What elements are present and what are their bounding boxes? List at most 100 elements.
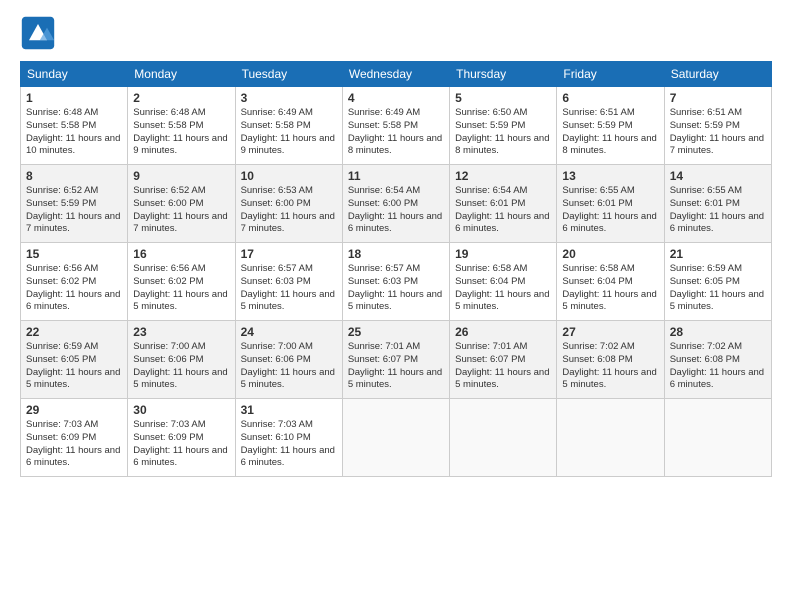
day-number: 8 [26, 169, 122, 183]
weekday-header-row: SundayMondayTuesdayWednesdayThursdayFrid… [21, 62, 772, 87]
calendar-cell: 29 Sunrise: 7:03 AM Sunset: 6:09 PM Dayl… [21, 399, 128, 477]
day-info: Sunrise: 7:03 AM Sunset: 6:09 PM Dayligh… [26, 419, 122, 470]
day-info: Sunrise: 7:03 AM Sunset: 6:09 PM Dayligh… [133, 419, 229, 470]
calendar-cell: 1 Sunrise: 6:48 AM Sunset: 5:58 PM Dayli… [21, 87, 128, 165]
calendar-cell: 12 Sunrise: 6:54 AM Sunset: 6:01 PM Dayl… [450, 165, 557, 243]
day-info: Sunrise: 6:49 AM Sunset: 5:58 PM Dayligh… [241, 107, 337, 158]
calendar-week-5: 29 Sunrise: 7:03 AM Sunset: 6:09 PM Dayl… [21, 399, 772, 477]
calendar-week-3: 15 Sunrise: 6:56 AM Sunset: 6:02 PM Dayl… [21, 243, 772, 321]
day-info: Sunrise: 6:54 AM Sunset: 6:00 PM Dayligh… [348, 185, 444, 236]
weekday-header-tuesday: Tuesday [235, 62, 342, 87]
day-info: Sunrise: 6:56 AM Sunset: 6:02 PM Dayligh… [133, 263, 229, 314]
day-info: Sunrise: 6:50 AM Sunset: 5:59 PM Dayligh… [455, 107, 551, 158]
day-info: Sunrise: 7:01 AM Sunset: 6:07 PM Dayligh… [455, 341, 551, 392]
day-number: 21 [670, 247, 766, 261]
day-number: 28 [670, 325, 766, 339]
day-number: 22 [26, 325, 122, 339]
day-number: 18 [348, 247, 444, 261]
day-number: 2 [133, 91, 229, 105]
day-number: 14 [670, 169, 766, 183]
calendar-cell: 4 Sunrise: 6:49 AM Sunset: 5:58 PM Dayli… [342, 87, 449, 165]
day-info: Sunrise: 6:59 AM Sunset: 6:05 PM Dayligh… [26, 341, 122, 392]
calendar-cell: 25 Sunrise: 7:01 AM Sunset: 6:07 PM Dayl… [342, 321, 449, 399]
day-info: Sunrise: 6:48 AM Sunset: 5:58 PM Dayligh… [26, 107, 122, 158]
day-number: 15 [26, 247, 122, 261]
day-number: 19 [455, 247, 551, 261]
day-number: 7 [670, 91, 766, 105]
calendar-body: 1 Sunrise: 6:48 AM Sunset: 5:58 PM Dayli… [21, 87, 772, 477]
day-number: 16 [133, 247, 229, 261]
calendar-cell: 13 Sunrise: 6:55 AM Sunset: 6:01 PM Dayl… [557, 165, 664, 243]
calendar-cell: 9 Sunrise: 6:52 AM Sunset: 6:00 PM Dayli… [128, 165, 235, 243]
page: SundayMondayTuesdayWednesdayThursdayFrid… [0, 0, 792, 612]
day-info: Sunrise: 6:49 AM Sunset: 5:58 PM Dayligh… [348, 107, 444, 158]
weekday-header-wednesday: Wednesday [342, 62, 449, 87]
day-info: Sunrise: 6:58 AM Sunset: 6:04 PM Dayligh… [455, 263, 551, 314]
logo-icon [20, 15, 56, 51]
calendar-cell: 10 Sunrise: 6:53 AM Sunset: 6:00 PM Dayl… [235, 165, 342, 243]
calendar-cell: 18 Sunrise: 6:57 AM Sunset: 6:03 PM Dayl… [342, 243, 449, 321]
calendar-cell: 6 Sunrise: 6:51 AM Sunset: 5:59 PM Dayli… [557, 87, 664, 165]
calendar-cell: 27 Sunrise: 7:02 AM Sunset: 6:08 PM Dayl… [557, 321, 664, 399]
day-number: 9 [133, 169, 229, 183]
calendar-cell [342, 399, 449, 477]
day-number: 30 [133, 403, 229, 417]
logo [20, 15, 60, 51]
calendar-cell: 5 Sunrise: 6:50 AM Sunset: 5:59 PM Dayli… [450, 87, 557, 165]
calendar-cell: 7 Sunrise: 6:51 AM Sunset: 5:59 PM Dayli… [664, 87, 771, 165]
day-number: 11 [348, 169, 444, 183]
day-number: 20 [562, 247, 658, 261]
day-info: Sunrise: 7:02 AM Sunset: 6:08 PM Dayligh… [562, 341, 658, 392]
day-number: 26 [455, 325, 551, 339]
header [20, 15, 772, 51]
day-info: Sunrise: 6:59 AM Sunset: 6:05 PM Dayligh… [670, 263, 766, 314]
day-number: 23 [133, 325, 229, 339]
weekday-header-saturday: Saturday [664, 62, 771, 87]
day-info: Sunrise: 6:52 AM Sunset: 6:00 PM Dayligh… [133, 185, 229, 236]
day-number: 25 [348, 325, 444, 339]
calendar-table: SundayMondayTuesdayWednesdayThursdayFrid… [20, 61, 772, 477]
calendar-cell: 16 Sunrise: 6:56 AM Sunset: 6:02 PM Dayl… [128, 243, 235, 321]
calendar-week-4: 22 Sunrise: 6:59 AM Sunset: 6:05 PM Dayl… [21, 321, 772, 399]
day-number: 31 [241, 403, 337, 417]
day-info: Sunrise: 6:53 AM Sunset: 6:00 PM Dayligh… [241, 185, 337, 236]
day-info: Sunrise: 7:01 AM Sunset: 6:07 PM Dayligh… [348, 341, 444, 392]
day-info: Sunrise: 6:51 AM Sunset: 5:59 PM Dayligh… [670, 107, 766, 158]
calendar-cell: 23 Sunrise: 7:00 AM Sunset: 6:06 PM Dayl… [128, 321, 235, 399]
day-info: Sunrise: 6:57 AM Sunset: 6:03 PM Dayligh… [241, 263, 337, 314]
day-info: Sunrise: 7:00 AM Sunset: 6:06 PM Dayligh… [133, 341, 229, 392]
calendar-week-1: 1 Sunrise: 6:48 AM Sunset: 5:58 PM Dayli… [21, 87, 772, 165]
weekday-header-thursday: Thursday [450, 62, 557, 87]
day-info: Sunrise: 6:48 AM Sunset: 5:58 PM Dayligh… [133, 107, 229, 158]
calendar-cell [450, 399, 557, 477]
calendar-cell: 2 Sunrise: 6:48 AM Sunset: 5:58 PM Dayli… [128, 87, 235, 165]
day-number: 1 [26, 91, 122, 105]
calendar-cell: 31 Sunrise: 7:03 AM Sunset: 6:10 PM Dayl… [235, 399, 342, 477]
day-info: Sunrise: 7:02 AM Sunset: 6:08 PM Dayligh… [670, 341, 766, 392]
day-info: Sunrise: 6:56 AM Sunset: 6:02 PM Dayligh… [26, 263, 122, 314]
day-number: 10 [241, 169, 337, 183]
calendar-cell [664, 399, 771, 477]
weekday-header-sunday: Sunday [21, 62, 128, 87]
calendar-cell: 28 Sunrise: 7:02 AM Sunset: 6:08 PM Dayl… [664, 321, 771, 399]
calendar-cell: 21 Sunrise: 6:59 AM Sunset: 6:05 PM Dayl… [664, 243, 771, 321]
day-number: 4 [348, 91, 444, 105]
calendar-cell: 3 Sunrise: 6:49 AM Sunset: 5:58 PM Dayli… [235, 87, 342, 165]
calendar-cell: 19 Sunrise: 6:58 AM Sunset: 6:04 PM Dayl… [450, 243, 557, 321]
calendar-week-2: 8 Sunrise: 6:52 AM Sunset: 5:59 PM Dayli… [21, 165, 772, 243]
day-number: 3 [241, 91, 337, 105]
calendar-cell: 8 Sunrise: 6:52 AM Sunset: 5:59 PM Dayli… [21, 165, 128, 243]
day-number: 12 [455, 169, 551, 183]
weekday-header-friday: Friday [557, 62, 664, 87]
day-info: Sunrise: 6:54 AM Sunset: 6:01 PM Dayligh… [455, 185, 551, 236]
calendar-cell: 11 Sunrise: 6:54 AM Sunset: 6:00 PM Dayl… [342, 165, 449, 243]
day-number: 5 [455, 91, 551, 105]
day-number: 27 [562, 325, 658, 339]
weekday-header-monday: Monday [128, 62, 235, 87]
day-info: Sunrise: 7:03 AM Sunset: 6:10 PM Dayligh… [241, 419, 337, 470]
day-info: Sunrise: 6:55 AM Sunset: 6:01 PM Dayligh… [562, 185, 658, 236]
day-number: 24 [241, 325, 337, 339]
day-number: 13 [562, 169, 658, 183]
day-info: Sunrise: 6:57 AM Sunset: 6:03 PM Dayligh… [348, 263, 444, 314]
day-info: Sunrise: 6:58 AM Sunset: 6:04 PM Dayligh… [562, 263, 658, 314]
